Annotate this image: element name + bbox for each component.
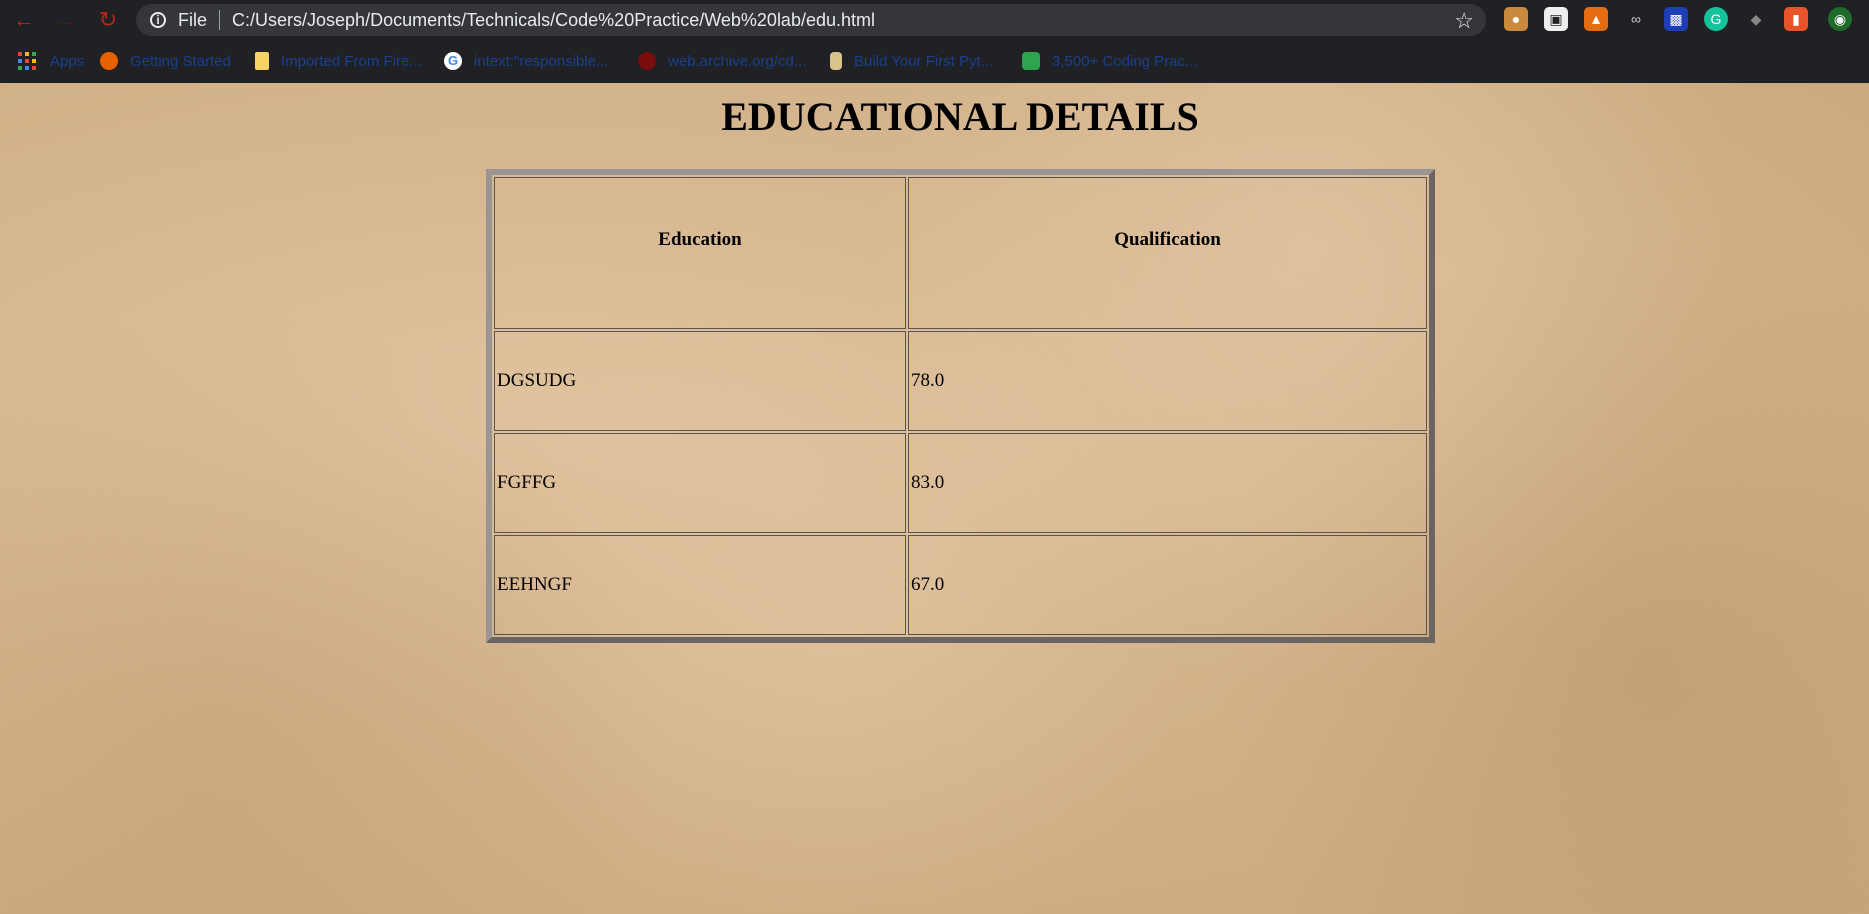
bookmark-icon[interactable]: ▮ [1784, 7, 1808, 31]
bookmark-label: Getting Started [130, 52, 231, 70]
education-table: Education Qualification DGSUDG 78.0 FGFF… [486, 169, 1435, 643]
firefox-icon [100, 52, 118, 70]
bookmark-build-python[interactable]: Build Your First Pyt... [830, 48, 993, 74]
header-education: Education [494, 177, 906, 329]
bookmark-label: web.archive.org/cd... [668, 52, 807, 70]
shield-icon[interactable]: ◆ [1744, 7, 1768, 31]
star-icon[interactable]: ☆ [1454, 8, 1474, 34]
bookmark-label: Apps [50, 52, 85, 70]
bookmark-label: Imported From Fire... [281, 52, 422, 70]
table-row: EEHNGF 67.0 [494, 535, 1427, 635]
globe-icon[interactable]: ◉ [1828, 7, 1852, 31]
browser-chrome: ← → ↻ i File C:/Users/Joseph/Documents/T… [0, 0, 1869, 83]
cookie-icon[interactable]: ● [1504, 7, 1528, 31]
qualification-cell: 78.0 [908, 331, 1427, 431]
grammarly-icon[interactable]: G [1704, 7, 1728, 31]
page-title: EDUCATIONAL DETAILS [721, 94, 1199, 139]
reload-icon[interactable]: ↻ [94, 6, 122, 34]
qualification-cell: 83.0 [908, 433, 1427, 533]
table-row: DGSUDG 78.0 [494, 331, 1427, 431]
bookmark-google-search[interactable]: G intext:"responsible... [444, 48, 609, 74]
table-row: FGFFG 83.0 [494, 433, 1427, 533]
header-qualification: Qualification [908, 177, 1427, 329]
bookmark-getting-started[interactable]: Getting Started [100, 48, 231, 74]
bookmark-label: intext:"responsible... [474, 52, 609, 70]
folder-icon [255, 52, 269, 70]
archive-icon [638, 52, 656, 70]
bookmark-coding-practice[interactable]: 3,500+ Coding Prac... [1022, 48, 1198, 74]
address-separator [219, 10, 221, 30]
education-cell: EEHNGF [494, 535, 906, 635]
gamepad-icon[interactable]: ▣ [1544, 7, 1568, 31]
bookmark-label: Build Your First Pyt... [854, 52, 994, 70]
address-scheme-label: File [178, 9, 208, 30]
python-icon [830, 52, 842, 70]
education-cell: FGFFG [494, 433, 906, 533]
monitor-icon[interactable]: ▩ [1664, 7, 1688, 31]
bookmark-web-archive[interactable]: web.archive.org/cd... [638, 48, 806, 74]
coding-icon [1022, 52, 1040, 70]
apps-grid-icon [18, 52, 36, 70]
page-content: EDUCATIONAL DETAILS Education Qualificat… [0, 83, 1869, 914]
bookmark-apps[interactable]: Apps [18, 48, 84, 74]
forward-arrow-icon[interactable]: → [52, 6, 80, 34]
bookmark-label: 3,500+ Coding Prac... [1052, 52, 1198, 70]
table-header-row: Education Qualification [494, 177, 1427, 329]
browser-toolbar: ← → ↻ i File C:/Users/Joseph/Documents/T… [0, 0, 1869, 40]
fox-icon[interactable]: ▲ [1584, 7, 1608, 31]
qualification-cell: 67.0 [908, 535, 1427, 635]
bookmarks-bar: Apps Getting Started Imported From Fire.… [0, 44, 1869, 80]
back-arrow-icon[interactable]: ← [10, 6, 38, 34]
address-bar[interactable]: i File C:/Users/Joseph/Documents/Technic… [136, 4, 1486, 36]
info-icon[interactable]: i [150, 12, 166, 28]
education-cell: DGSUDG [494, 331, 906, 431]
address-url[interactable]: C:/Users/Joseph/Documents/Technicals/Cod… [232, 10, 875, 31]
bookmark-imported[interactable]: Imported From Fire... [255, 48, 422, 74]
link-icon[interactable]: ∞ [1624, 7, 1648, 31]
google-icon: G [444, 52, 462, 70]
